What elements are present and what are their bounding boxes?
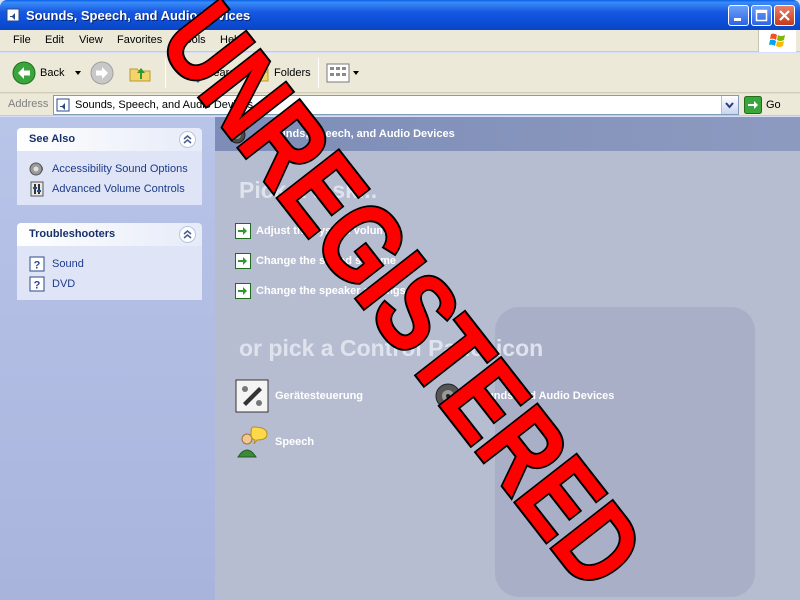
dropdown-arrow-icon[interactable] <box>72 69 84 77</box>
folders-button[interactable]: Folders <box>246 59 311 87</box>
task-change-sound-scheme[interactable]: Change the sound scheme <box>235 252 396 270</box>
address-label: Address <box>8 98 49 110</box>
back-arrow-icon <box>12 61 36 85</box>
menu-file[interactable]: File <box>13 34 31 46</box>
views-icon <box>326 63 350 83</box>
menu-edit[interactable]: Edit <box>45 34 64 46</box>
troubleshooter-sound-label: Sound <box>52 258 84 270</box>
menu-help[interactable]: Help <box>220 34 243 46</box>
menu-tools[interactable]: Tools <box>180 34 206 46</box>
maximize-button[interactable] <box>751 5 772 26</box>
task-adjust-volume[interactable]: Adjust the system volume <box>235 222 392 240</box>
speech-person-icon <box>237 426 268 458</box>
cp-item-speech-label: Speech <box>275 436 315 448</box>
troubleshooters-header[interactable]: Troubleshooters <box>17 223 202 246</box>
main-header-title: Sounds, Speech, and Audio Devices <box>265 128 455 140</box>
troubleshooters-panel: Troubleshooters ? Sound ? DVD <box>17 223 202 300</box>
svg-text:?: ? <box>34 280 41 292</box>
forward-arrow-icon <box>90 61 114 85</box>
accessibility-sound-options-link[interactable]: Accessibility Sound Options <box>17 159 202 179</box>
go-arrow-icon <box>744 96 762 114</box>
cp-item-geratesteuerung[interactable]: Gerätesteuerung <box>235 378 363 414</box>
forward-button[interactable] <box>90 59 114 87</box>
troubleshooter-sound-link[interactable]: ? Sound <box>17 254 202 274</box>
volume-controls-icon <box>30 181 44 197</box>
back-label: Back <box>40 67 65 79</box>
cp-item-sounds-audio-devices-label: Sounds and Audio Devices <box>473 390 615 402</box>
green-arrow-icon <box>235 223 251 239</box>
device-control-icon <box>235 379 269 413</box>
troubleshooter-dvd-link[interactable]: ? DVD <box>17 274 202 294</box>
collapse-button[interactable] <box>179 131 196 148</box>
address-dropdown-button[interactable] <box>721 96 738 114</box>
address-field[interactable]: Sounds, Speech, and Audio Devices <box>53 95 739 115</box>
close-icon <box>779 10 790 21</box>
advanced-volume-controls-link[interactable]: Advanced Volume Controls <box>17 179 202 199</box>
sounds-folder-icon <box>56 98 70 112</box>
toolbar: Back Search Folders <box>0 53 800 93</box>
speaker-icon <box>435 383 465 409</box>
search-button[interactable]: Search <box>178 59 241 87</box>
speaker-gear-icon <box>29 162 43 176</box>
folders-label: Folders <box>274 67 311 79</box>
advanced-volume-controls-label: Advanced Volume Controls <box>52 183 185 195</box>
cp-item-speech[interactable]: Speech <box>235 424 314 460</box>
main-header: Sounds, Speech, and Audio Devices <box>215 117 800 151</box>
search-icon <box>180 63 201 84</box>
close-button[interactable] <box>774 5 795 26</box>
go-button[interactable]: Go <box>744 96 781 114</box>
views-dropdown-icon <box>353 71 359 75</box>
menu-bar: File Edit View Favorites Tools Help <box>0 30 800 52</box>
pick-task-heading: Pick a task... <box>239 177 378 203</box>
go-label: Go <box>766 99 781 111</box>
window-title: Sounds, Speech, and Audio Devices <box>26 8 251 23</box>
address-bar: Address Sounds, Speech, and Audio Device… <box>0 94 800 116</box>
chevron-up-icon <box>183 230 192 239</box>
folders-icon <box>247 66 269 82</box>
troubleshooter-dvd-label: DVD <box>52 278 76 290</box>
task-change-sound-scheme-label: Change the sound scheme <box>256 255 396 267</box>
troubleshooters-body: ? Sound ? DVD <box>17 246 202 300</box>
up-folder-button[interactable] <box>128 59 152 87</box>
see-also-panel: See Also Accessibility Sound Options Adv… <box>17 128 202 205</box>
address-value: Sounds, Speech, and Audio Devices <box>75 99 253 111</box>
task-change-speaker-settings-label: Change the speaker settings <box>256 285 406 297</box>
windows-logo-icon <box>758 30 796 52</box>
title-bar: Sounds, Speech, and Audio Devices <box>0 0 800 30</box>
up-folder-icon <box>129 68 151 82</box>
task-pane: See Also Accessibility Sound Options Adv… <box>0 117 215 600</box>
cp-item-sounds-audio-devices[interactable]: Sounds and Audio Devices <box>433 378 614 414</box>
minimize-icon <box>734 18 741 21</box>
speaker-icon <box>228 126 246 144</box>
green-arrow-icon <box>235 283 251 299</box>
help-question-icon: ? <box>29 276 45 292</box>
green-arrow-icon <box>235 253 251 269</box>
main-content: Sounds, Speech, and Audio Devices Pick a… <box>215 117 800 600</box>
chevron-down-icon <box>725 102 734 109</box>
troubleshooters-title: Troubleshooters <box>29 228 116 240</box>
svg-text:?: ? <box>34 260 41 272</box>
search-label: Search <box>206 67 241 79</box>
chevron-up-icon <box>183 135 192 144</box>
back-button[interactable]: Back <box>12 59 84 87</box>
task-change-speaker-settings[interactable]: Change the speaker settings <box>235 282 406 300</box>
menu-view[interactable]: View <box>79 34 103 46</box>
maximize-icon <box>755 9 768 22</box>
help-question-icon: ? <box>29 256 45 272</box>
sounds-app-icon <box>6 8 20 22</box>
see-also-title: See Also <box>29 133 76 145</box>
accessibility-sound-options-label: Accessibility Sound Options <box>52 163 188 175</box>
minimize-button[interactable] <box>728 5 749 26</box>
see-also-header[interactable]: See Also <box>17 128 202 151</box>
task-adjust-volume-label: Adjust the system volume <box>256 225 393 237</box>
pick-icon-heading: or pick a Control Panel icon <box>239 335 544 361</box>
see-also-body: Accessibility Sound Options Advanced Vol… <box>17 151 202 205</box>
views-button[interactable] <box>326 59 360 87</box>
menu-favorites[interactable]: Favorites <box>117 34 162 46</box>
cp-item-geratesteuerung-label: Gerätesteuerung <box>275 390 364 402</box>
collapse-button[interactable] <box>179 226 196 243</box>
